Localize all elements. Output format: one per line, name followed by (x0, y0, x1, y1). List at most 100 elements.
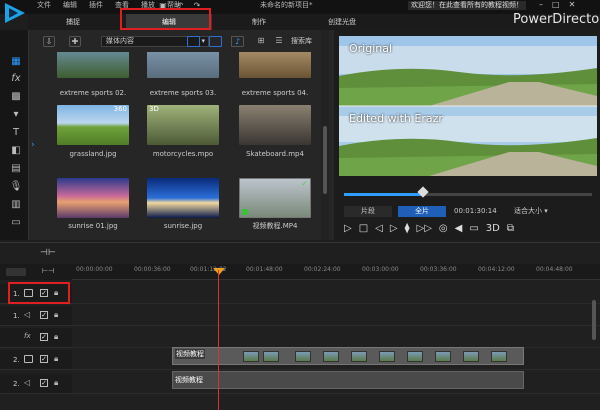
media-thumbnail[interactable]: 3D (147, 105, 219, 145)
media-thumbnail[interactable] (57, 52, 129, 78)
subtitle-room-icon[interactable]: ▭ (9, 216, 23, 230)
ruler-tick: 00:00:00:00 (76, 266, 113, 273)
track-enable-checkbox[interactable]: ✓ (40, 355, 48, 363)
voice-over-icon[interactable]: 🎙 (9, 180, 23, 194)
video-clip-label: 视频教程 (175, 349, 205, 359)
split-icon[interactable]: ⧫ (405, 223, 410, 235)
media-thumbnail[interactable] (147, 52, 219, 78)
audio-clip-label: 视频教程 (175, 376, 203, 384)
three-d-toggle[interactable]: 3D (486, 223, 500, 235)
track-enable-checkbox[interactable]: ✓ (40, 311, 48, 319)
video-filter-icon[interactable] (187, 36, 200, 47)
tab-produce[interactable]: 制作 (252, 14, 266, 30)
lock-icon[interactable]: 🔒︎ (54, 378, 62, 387)
music-filter-icon[interactable]: ♪ (231, 36, 244, 47)
lock-icon[interactable]: 🔒︎ (54, 354, 62, 363)
media-thumbnail[interactable] (57, 178, 129, 218)
audio-track-icon: ◁ (24, 310, 31, 319)
playhead-line (218, 270, 219, 410)
playhead-marker[interactable] (213, 268, 225, 275)
library-scroll-thumb[interactable] (323, 126, 327, 194)
clip-frame (463, 351, 479, 362)
clip-frame (351, 351, 367, 362)
lock-icon[interactable]: 🔒︎ (54, 332, 62, 341)
timeline-scrollbar[interactable] (592, 300, 596, 340)
document-title: 未命名的新项目* (260, 1, 313, 9)
track-enable-checkbox[interactable]: ✓ (40, 333, 48, 341)
plugin-icon[interactable]: ✚ (69, 36, 81, 47)
previous-frame-icon[interactable]: ◁ (375, 223, 383, 235)
media-thumbnail[interactable] (147, 178, 219, 218)
maximize-icon[interactable]: □ (552, 0, 560, 10)
media-thumbnail[interactable] (239, 52, 311, 78)
media-label: 视频教程.MP4 (252, 222, 298, 230)
split-view-icon[interactable]: ⊣⊢ (40, 248, 56, 258)
media-label: motorcycles.mpo (152, 150, 214, 158)
fast-forward-icon[interactable]: ▷▷ (417, 223, 432, 235)
clip-frame (379, 351, 395, 362)
undock-icon[interactable]: ⧉ (507, 223, 514, 235)
effects-room-icon[interactable]: fx (9, 72, 23, 86)
track-enable-checkbox[interactable]: ✓ (40, 379, 48, 387)
movie-mode-button[interactable]: 全片 (398, 206, 446, 217)
clip-frame (407, 351, 423, 362)
transition-room-icon[interactable]: ◧ (9, 144, 23, 158)
ruler-tick: 00:00:36:00 (134, 266, 171, 273)
audio-clip[interactable]: 视频教程 (172, 371, 524, 389)
timeline-header: ⊢⊣ (0, 264, 72, 280)
track-lane-audio-1[interactable] (72, 306, 600, 326)
minimize-icon[interactable]: – (539, 0, 543, 10)
welcome-message[interactable]: 欢迎您！在此查看所有的教程视频！ (408, 1, 526, 10)
fullscreen-icon[interactable]: ▭ (469, 223, 478, 235)
tab-capture[interactable]: 捕捉 (66, 14, 80, 30)
tab-create-disc[interactable]: 创建光盘 (328, 14, 356, 30)
close-icon[interactable]: ✕ (569, 0, 576, 10)
media-thumbnail[interactable] (239, 105, 311, 145)
track-lane-video-1[interactable] (72, 284, 600, 304)
menu-plugins[interactable]: 插件 (88, 0, 104, 11)
preview-seek-bar[interactable] (344, 193, 592, 196)
menu-file[interactable]: 文件 (36, 0, 52, 11)
track-manager-icon[interactable] (6, 268, 26, 276)
volume-icon[interactable]: ◀ (455, 223, 463, 235)
media-thumbnail[interactable]: 360 (57, 105, 129, 145)
grid-view-icon[interactable]: ⊞ (255, 36, 267, 47)
import-icon[interactable]: ⇩ (43, 36, 55, 47)
menu-edit[interactable]: 编辑 (62, 0, 78, 11)
video-type-icon (242, 209, 248, 215)
next-frame-icon[interactable]: ▷ (390, 223, 398, 235)
clip-frame (323, 351, 339, 362)
snapshot-icon[interactable]: ◎ (439, 223, 448, 235)
stop-icon[interactable]: □ (359, 223, 368, 235)
library-grid: extreme sports 02. extreme sports 03. ex… (35, 52, 321, 240)
library-scrollbar[interactable] (321, 30, 329, 240)
clip-frame (491, 351, 507, 362)
lock-icon[interactable]: 🔒︎ (54, 310, 62, 319)
clip-mode-button[interactable]: 片段 (344, 206, 392, 217)
audio-track-icon: ◁ (24, 378, 31, 387)
menu-icon[interactable]: ☰ (273, 36, 285, 47)
chapter-room-icon[interactable]: ▥ (9, 198, 23, 212)
play-icon[interactable]: ▷ (344, 223, 352, 235)
audio-mixing-icon[interactable]: ▤ (9, 162, 23, 176)
video-clip[interactable]: 视频教程 (172, 347, 524, 365)
zoom-dropdown[interactable]: 适合大小 ▾ (514, 206, 548, 217)
brand-name: PowerDirector (513, 12, 600, 27)
timeline-ruler[interactable]: 00:00:00:00 00:00:36:00 00:01:12:02 00:0… (72, 264, 600, 280)
particle-room-icon[interactable]: ▾ (9, 108, 23, 122)
badge-3d: 3D (149, 105, 159, 113)
media-label: extreme sports 04. (241, 89, 309, 97)
media-thumbnail[interactable]: ✓ (239, 178, 311, 218)
pip-room-icon[interactable]: ▩ (9, 90, 23, 104)
collapse-arrow-icon[interactable]: › (31, 140, 37, 158)
window-controls: – □ ✕ (539, 0, 575, 10)
media-label: sunrise.jpg (163, 222, 203, 230)
title-bar: 文件 编辑 插件 查看 播放 帮助 ▣ ↶ ↷ 未命名的新项目* 欢迎您！在此查… (0, 0, 600, 14)
track-lane-effect[interactable] (72, 328, 600, 348)
image-filter-icon[interactable] (209, 36, 222, 47)
fit-timeline-icon[interactable]: ⊢⊣ (42, 267, 54, 275)
library-search[interactable]: 搜索库 (291, 36, 312, 47)
media-room-icon[interactable]: ▦ (9, 55, 23, 69)
title-room-icon[interactable]: T (9, 126, 23, 140)
track-number: 2. (13, 356, 20, 364)
